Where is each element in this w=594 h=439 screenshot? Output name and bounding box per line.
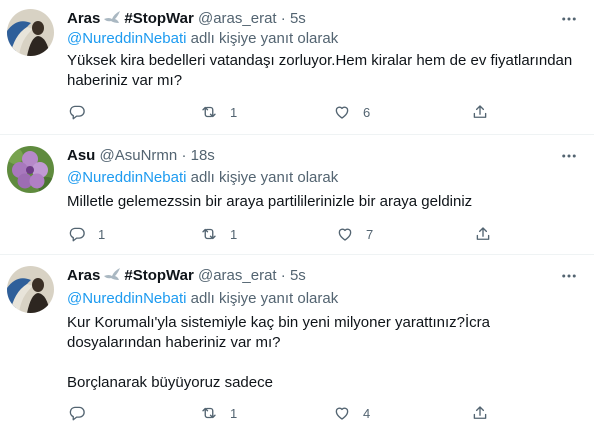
retweet-icon: [202, 228, 216, 240]
retweet-button[interactable]: 1: [200, 402, 237, 424]
like-button[interactable]: 6: [333, 101, 370, 123]
tweet-2[interactable]: Asu @AsuNrmn · 18s @NureddinNebati adlı …: [0, 135, 594, 255]
like-icon: [335, 106, 349, 119]
tweet-actions: 1 1 7: [0, 223, 594, 245]
reply-count: 1: [98, 226, 106, 242]
like-button[interactable]: 4: [333, 402, 370, 424]
reply-button[interactable]: 1: [68, 223, 105, 245]
share-button[interactable]: [474, 223, 492, 245]
more-button[interactable]: [557, 144, 581, 168]
author-name[interactable]: Aras: [67, 10, 100, 27]
author-badge-text: #StopWar: [124, 267, 194, 284]
reply-mention-link[interactable]: @NureddinNebati: [67, 290, 186, 307]
timestamp[interactable]: 5s: [290, 267, 306, 284]
reply-suffix: adlı kişiye yanıt olarak: [190, 169, 339, 186]
reply-button[interactable]: [68, 402, 98, 424]
share-button[interactable]: [471, 402, 489, 424]
share-icon: [476, 227, 490, 240]
author-handle[interactable]: @AsuNrmn: [100, 147, 178, 164]
dove-icon: [104, 11, 121, 23]
retweet-count: 1: [230, 104, 238, 120]
more-icon: [562, 274, 576, 278]
reply-icon: [69, 406, 85, 421]
reply-icon: [69, 227, 85, 242]
like-icon: [338, 228, 352, 241]
timestamp[interactable]: 5s: [290, 10, 306, 27]
more-icon: [562, 17, 576, 21]
reply-mention-link[interactable]: @NureddinNebati: [67, 30, 186, 47]
more-button[interactable]: [557, 264, 581, 288]
author-badge-text: #StopWar: [124, 10, 194, 27]
separator-dot: ·: [280, 10, 286, 27]
tweet-3[interactable]: Aras #StopWar @aras_erat · 5s @NureddinNe…: [0, 255, 594, 439]
retweet-count: 1: [230, 405, 238, 421]
reply-button[interactable]: [68, 101, 98, 123]
retweet-count: 1: [230, 226, 238, 242]
tweet-text: Yüksek kira bedelleri vatandaşı zorluyor…: [67, 52, 577, 89]
like-button[interactable]: 7: [336, 223, 373, 245]
tweet-1[interactable]: Aras #StopWar @aras_erat · 5s @NureddinNe…: [0, 0, 594, 135]
like-count: 4: [363, 405, 371, 421]
like-count: 6: [363, 104, 371, 120]
retweet-button[interactable]: 1: [200, 223, 237, 245]
timestamp[interactable]: 18s: [191, 147, 215, 164]
tweet-actions: 1 4: [0, 402, 594, 424]
reply-icon: [69, 105, 85, 120]
tweet-text: Milletle gelemezssin bir araya partilile…: [67, 193, 473, 210]
avatar[interactable]: [7, 266, 54, 313]
retweet-button[interactable]: 1: [200, 101, 237, 123]
more-button[interactable]: [557, 7, 581, 31]
reply-suffix: adlı kişiye yanıt olarak: [190, 30, 339, 47]
separator-dot: ·: [181, 147, 187, 164]
share-button[interactable]: [471, 101, 489, 123]
tweet-actions: 1 6: [0, 101, 594, 123]
more-icon: [562, 154, 576, 158]
like-count: 7: [366, 226, 374, 242]
author-name[interactable]: Asu: [67, 147, 95, 164]
retweet-icon: [202, 407, 216, 419]
share-icon: [473, 105, 487, 118]
author-handle[interactable]: @aras_erat: [198, 10, 277, 27]
share-icon: [473, 406, 487, 419]
like-icon: [335, 407, 349, 420]
separator-dot: ·: [280, 267, 286, 284]
author-handle[interactable]: @aras_erat: [198, 267, 277, 284]
dove-icon: [104, 268, 121, 280]
author-name[interactable]: Aras: [67, 267, 100, 284]
avatar[interactable]: [7, 146, 54, 193]
tweet-text: Kur Korumalı'yla sistemiyle kaç bin yeni…: [67, 314, 491, 391]
avatar[interactable]: [7, 9, 54, 56]
reply-suffix: adlı kişiye yanıt olarak: [190, 290, 339, 307]
retweet-icon: [202, 106, 216, 118]
reply-mention-link[interactable]: @NureddinNebati: [67, 169, 186, 186]
